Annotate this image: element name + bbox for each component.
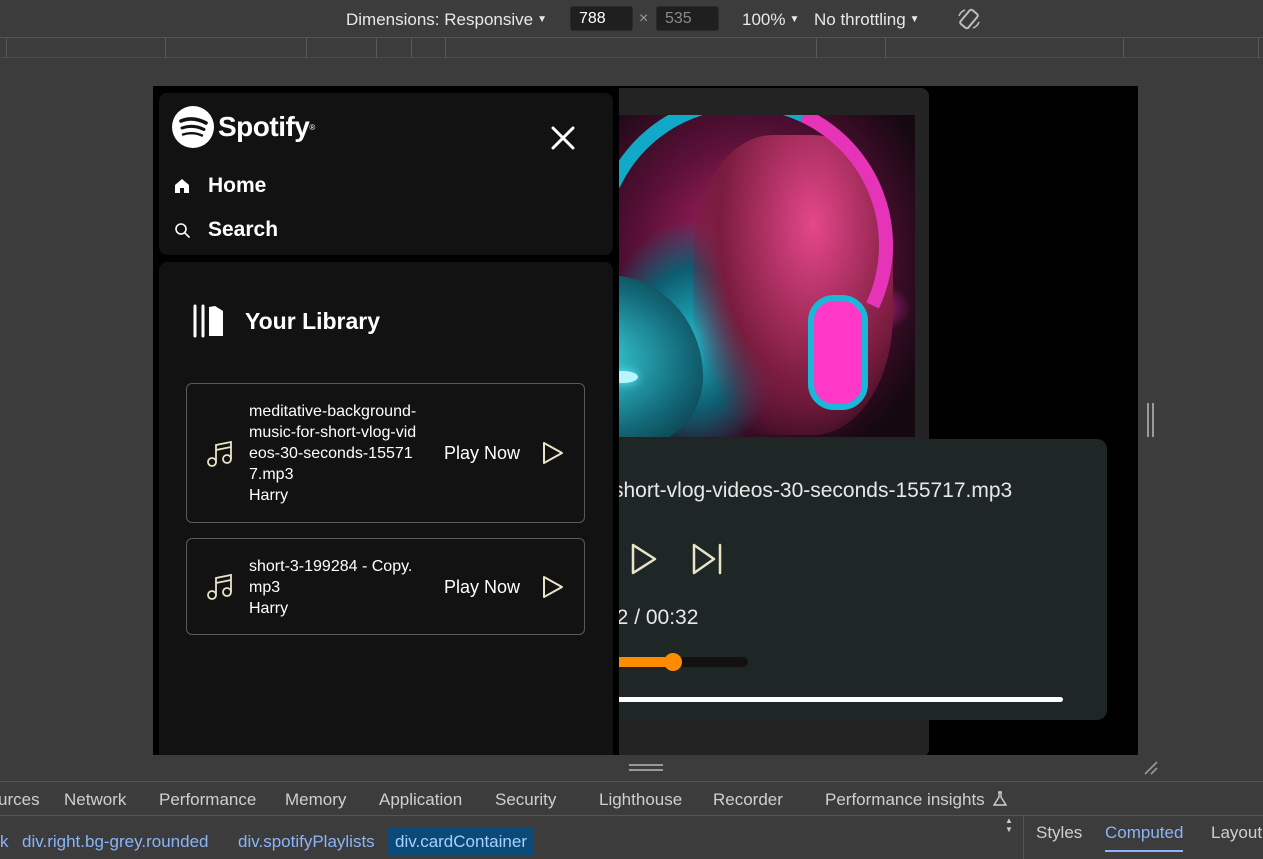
song-title: meditative-background-music-for-short-vl…: [249, 403, 417, 483]
nav-home-label: Home: [208, 174, 267, 197]
breadcrumb-item[interactable]: k: [0, 828, 16, 856]
devtools-footer: k div.right.bg-grey.rounded div.spotifyP…: [0, 815, 1263, 859]
dimensions-dropdown[interactable]: Dimensions: Responsive ▼: [346, 10, 547, 30]
ruler-tick: [1258, 38, 1259, 58]
spotify-logo[interactable]: Spotify ®: [172, 106, 315, 148]
height-input[interactable]: 535: [656, 6, 719, 31]
viewport-resize-handle-right[interactable]: [1138, 86, 1163, 755]
tab-application[interactable]: Application: [379, 790, 462, 810]
library-title: Your Library: [245, 307, 381, 334]
play-now-button[interactable]: Play Now: [444, 440, 565, 466]
throttling-dropdown[interactable]: No throttling ▼: [814, 10, 920, 30]
song-info: meditative-background-music-for-short-vl…: [249, 401, 417, 506]
library-box: Your Library meditative-background-music…: [159, 262, 613, 755]
volume-slider[interactable]: [603, 653, 748, 671]
throttling-label: No throttling: [814, 10, 906, 29]
ruler-tick: [816, 38, 817, 58]
tab-performance[interactable]: Performance: [159, 790, 256, 810]
play-icon: [543, 442, 564, 464]
tab-lighthouse[interactable]: Lighthouse: [599, 790, 682, 810]
scroll-arrows-icon[interactable]: ▲ ▼: [1005, 816, 1013, 834]
volume-knob[interactable]: [663, 653, 682, 671]
nav-item-search[interactable]: Search: [173, 218, 278, 242]
library-icon: [193, 304, 223, 338]
song-info: short-3-199284 - Copy.mp3 Harry: [249, 556, 417, 619]
ruler-tick: [445, 38, 446, 58]
tab-security[interactable]: Security: [495, 790, 556, 810]
ruler-tick: [885, 38, 886, 58]
times-sign: ×: [639, 10, 649, 27]
device-toolbar: Dimensions: Responsive ▼ 788 × 535 100% ▼ …: [0, 0, 1263, 38]
album-art-earcup: [808, 295, 868, 410]
spotify-logo-text: Spotify: [218, 111, 310, 142]
drag-grip-icon: [1147, 403, 1154, 437]
sidebar: Spotify ® Home Search Your Library medit…: [153, 86, 619, 755]
caret-down-icon: ▼: [537, 14, 547, 25]
song-artist: Harry: [249, 487, 289, 504]
nav-item-home[interactable]: Home: [173, 174, 266, 198]
ruler-tick: [6, 38, 7, 58]
song-artist: Harry: [249, 600, 289, 617]
corner-resize-icon[interactable]: [1143, 760, 1159, 776]
caret-down-icon: ▼: [909, 14, 920, 25]
library-header[interactable]: Your Library: [191, 304, 380, 338]
home-icon: [173, 177, 191, 195]
play-now-label: Play Now: [444, 576, 521, 597]
drag-grip-icon: [629, 764, 663, 771]
song-time: 02 / 00:32: [605, 606, 699, 629]
dimensions-label: Dimensions: Responsive: [346, 10, 534, 29]
ruler-tick: [411, 38, 412, 58]
tab-performance-insights[interactable]: Performance insights: [825, 790, 1008, 810]
devtools-tabbar: urces Network Performance Memory Applica…: [0, 781, 1263, 815]
tab-computed[interactable]: Computed: [1105, 823, 1184, 852]
tab-sources[interactable]: urces: [0, 790, 40, 810]
ruler-tick: [306, 38, 307, 58]
nav-search-label: Search: [208, 218, 279, 241]
breadcrumb: k div.right.bg-grey.rounded div.spotifyP…: [0, 828, 1022, 858]
play-now-button[interactable]: Play Now: [444, 574, 565, 600]
ruler-tick: [376, 38, 377, 58]
next-song-icon[interactable]: [688, 539, 728, 579]
device-viewport: short-vlog-videos-30-seconds-155717.mp3 …: [153, 86, 1138, 755]
spotify-logo-icon: [172, 106, 214, 148]
play-icon[interactable]: [623, 539, 663, 579]
registered-mark: ®: [309, 122, 316, 132]
music-note-icon: [207, 440, 232, 467]
tab-styles[interactable]: Styles: [1036, 823, 1082, 843]
width-input[interactable]: 788: [570, 6, 633, 31]
close-icon[interactable]: [548, 123, 578, 153]
play-now-label: Play Now: [444, 442, 521, 463]
zoom-label: 100%: [742, 10, 786, 29]
song-info: short-vlog-videos-30-seconds-155717.mp3: [613, 479, 1013, 502]
breadcrumb-item[interactable]: div.right.bg-grey.rounded: [15, 828, 215, 856]
tab-performance-insights-label: Performance insights: [825, 790, 985, 809]
song-card[interactable]: meditative-background-music-for-short-vl…: [186, 383, 585, 523]
song-title: short-3-199284 - Copy.mp3: [249, 558, 413, 596]
sidebar-pane-tabs: Styles Computed Layout: [1023, 816, 1263, 859]
breadcrumb-item-selected[interactable]: div.cardContainer: [388, 828, 534, 856]
tab-memory[interactable]: Memory: [285, 790, 346, 810]
media-query-ruler: [0, 38, 1263, 58]
seekbar[interactable]: [603, 697, 1063, 702]
tab-layout[interactable]: Layout: [1211, 823, 1262, 843]
flask-icon: [993, 791, 1008, 806]
zoom-dropdown[interactable]: 100% ▼: [742, 10, 799, 30]
play-icon: [543, 576, 564, 598]
tab-network[interactable]: Network: [64, 790, 126, 810]
breadcrumb-item[interactable]: div.spotifyPlaylists: [231, 828, 382, 856]
music-note-icon: [207, 573, 232, 600]
search-icon: [173, 221, 191, 239]
nav-box: Spotify ® Home Search: [159, 93, 613, 255]
ruler-tick: [1123, 38, 1124, 58]
tab-recorder[interactable]: Recorder: [713, 790, 783, 810]
caret-down-icon: ▼: [789, 14, 800, 25]
ruler-tick: [165, 38, 166, 58]
song-card[interactable]: short-3-199284 - Copy.mp3 Harry Play Now: [186, 538, 585, 635]
viewport-resize-handle-bottom[interactable]: [153, 755, 1138, 779]
rotate-icon[interactable]: [957, 8, 981, 30]
